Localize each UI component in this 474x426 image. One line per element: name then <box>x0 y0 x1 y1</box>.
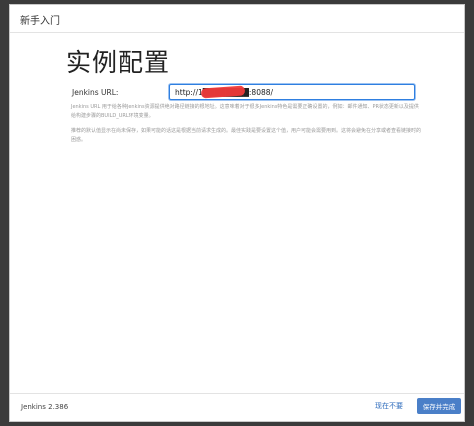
save-and-finish-button[interactable]: 保存并完成 <box>417 398 461 414</box>
page-title: 实例配置 <box>66 48 171 77</box>
dialog-footer: Jenkins 2.386 现在不要 保存并完成 <box>10 393 464 421</box>
dialog-title: 新手入门 <box>20 16 60 27</box>
setup-dialog: 新手入门 实例配置 Jenkins URL: Jenkins URL 用于给各种… <box>9 4 465 422</box>
dialog-header: 新手入门 <box>10 5 464 33</box>
skip-button[interactable]: 现在不要 <box>375 401 403 411</box>
url-help-text: Jenkins URL 用于给各种Jenkins资源提供绝对路径链接的根地址。这… <box>71 104 419 119</box>
url-recommendation-text: 推荐的默认值显示在尚未保存，如果可能的话这是根据当前请求生成的。最佳实践是要设置… <box>71 128 422 143</box>
jenkins-version: Jenkins 2.386 <box>21 403 69 411</box>
jenkins-url-label: Jenkins URL: <box>72 88 119 97</box>
